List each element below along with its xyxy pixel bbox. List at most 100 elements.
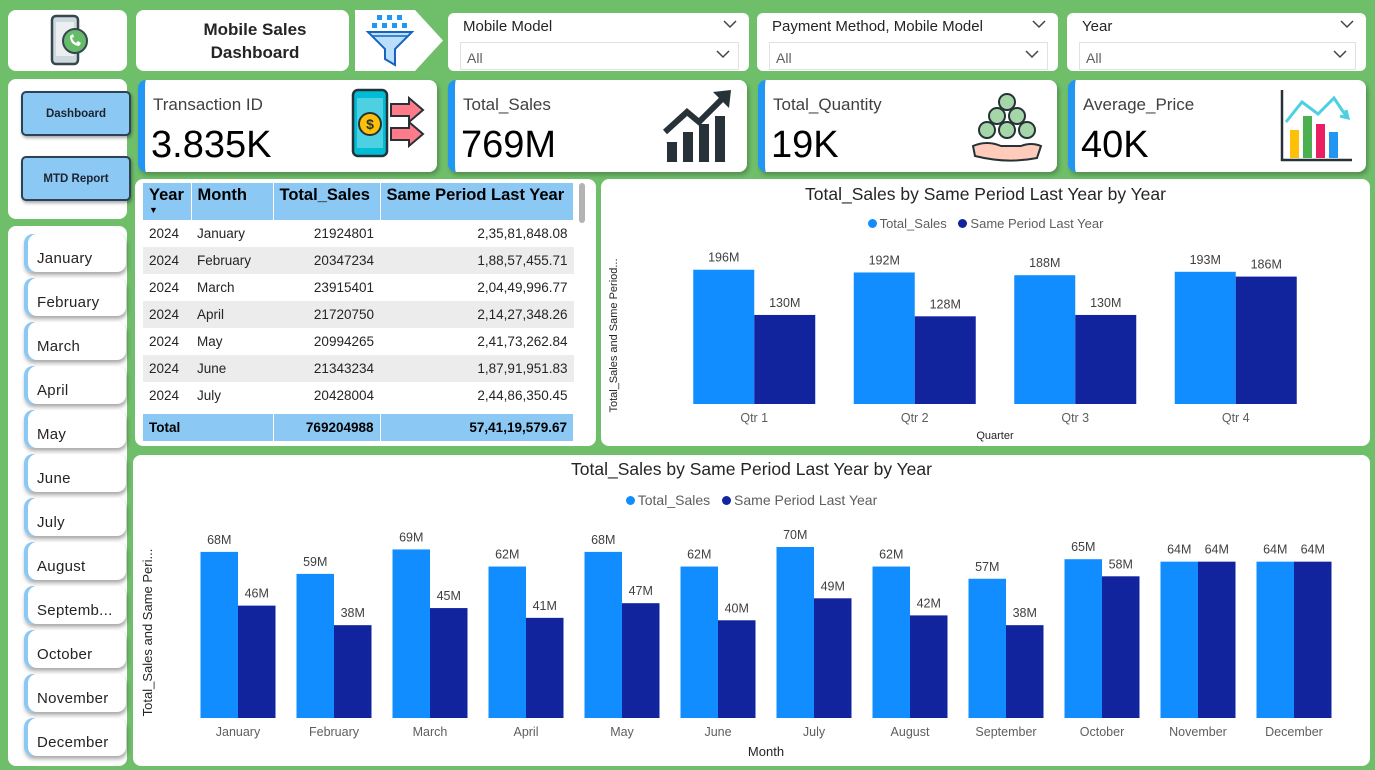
payment-method-slicer[interactable]: Payment Method, Mobile Model All: [757, 13, 1058, 71]
bar-same-period[interactable]: [1006, 625, 1044, 718]
filter-toggle-button[interactable]: [355, 10, 443, 71]
table-row: 2024 February 20347234 1,88,57,455.71: [143, 247, 574, 274]
bar-total-sales[interactable]: [1014, 275, 1076, 404]
mobile-model-slicer[interactable]: Mobile Model All: [448, 13, 749, 71]
bar-same-period[interactable]: [1198, 561, 1236, 718]
month-button[interactable]: April: [24, 366, 126, 404]
slicer-title: Mobile Model: [463, 18, 553, 35]
month-button[interactable]: November: [24, 674, 126, 712]
data-label: 58M: [1109, 557, 1133, 571]
column-header-total-sales[interactable]: Total_Sales: [273, 183, 381, 220]
bar-total-sales[interactable]: [693, 269, 755, 404]
payment-method-dropdown[interactable]: All: [769, 42, 1048, 70]
table-scrollbar[interactable]: [579, 183, 585, 223]
table-cell: 2024: [149, 280, 180, 295]
column-header-same-period[interactable]: Same Period Last Year: [380, 183, 574, 220]
column-header-year[interactable]: Year ▼: [143, 183, 192, 220]
data-label: 186M: [1251, 258, 1282, 272]
bar-same-period[interactable]: [238, 605, 276, 718]
table-cell: 20347234: [273, 247, 380, 274]
bar-same-period[interactable]: [910, 615, 948, 718]
data-label: 188M: [1029, 256, 1060, 270]
bar-same-period[interactable]: [814, 598, 852, 718]
sales-table-panel: Year ▼ Month Total_Sales Same Period Last…: [135, 179, 596, 446]
bar-same-period[interactable]: [622, 603, 660, 718]
data-label: 42M: [917, 596, 941, 610]
month-button[interactable]: December: [24, 718, 126, 756]
month-chart-panel: Total_Sales by Same Period Last Year by …: [133, 455, 1370, 766]
table-cell: 2024: [149, 334, 180, 349]
bar-total-sales[interactable]: [1174, 271, 1236, 404]
data-label: 38M: [1013, 606, 1037, 620]
year-slicer[interactable]: Year All: [1067, 13, 1366, 71]
table-row: 2024 July 20428004 2,44,86,350.45: [143, 382, 574, 409]
bar-total-sales[interactable]: [392, 549, 431, 718]
month-button[interactable]: July: [24, 498, 126, 536]
x-tick-label: November: [1169, 725, 1227, 739]
month-button[interactable]: January: [24, 234, 126, 272]
kpi-value: 40K: [1081, 124, 1149, 166]
navigation-panel: Dashboard MTD Report: [8, 79, 131, 219]
bar-total-sales[interactable]: [1160, 561, 1199, 718]
quarter-bar-chart: 196M 130M Qtr 1 192M 128M Qtr 2 188M 130M Qtr 3 1…: [608, 251, 1297, 442]
sales-table: Year ▼ Month Total_Sales Same Period Last…: [143, 183, 574, 409]
bar-total-sales[interactable]: [968, 578, 1007, 718]
bar-same-period[interactable]: [1075, 314, 1137, 404]
bar-total-sales[interactable]: [488, 566, 527, 718]
year-dropdown[interactable]: All: [1079, 42, 1356, 70]
data-label: 64M: [1167, 543, 1191, 557]
growth-chart-icon: [662, 90, 731, 162]
x-tick-label: October: [1080, 725, 1124, 739]
chevron-down-icon[interactable]: [1340, 19, 1354, 29]
bar-same-period[interactable]: [914, 316, 976, 404]
bar-same-period[interactable]: [1235, 276, 1297, 404]
mtd-report-button[interactable]: MTD Report: [21, 156, 131, 201]
dashboard-title-tile: Mobile Sales Dashboard: [136, 10, 349, 71]
bar-total-sales[interactable]: [1256, 561, 1295, 718]
bar-same-period[interactable]: [754, 314, 816, 404]
bar-same-period[interactable]: [430, 608, 468, 718]
month-button[interactable]: June: [24, 454, 126, 492]
kpi-label: Total_Sales: [463, 95, 551, 114]
bar-total-sales[interactable]: [872, 566, 911, 718]
data-label: 70M: [783, 528, 807, 542]
kpi-value: 769M: [461, 124, 557, 166]
bar-same-period[interactable]: [526, 617, 564, 718]
month-button[interactable]: March: [24, 322, 126, 360]
x-tick-label: September: [975, 725, 1036, 739]
mobile-model-dropdown[interactable]: All: [460, 42, 739, 70]
bar-total-sales[interactable]: [296, 573, 335, 718]
month-button[interactable]: May: [24, 410, 126, 448]
data-label: 38M: [341, 606, 365, 620]
month-button[interactable]: August: [24, 542, 126, 580]
month-button[interactable]: October: [24, 630, 126, 668]
data-label: 68M: [591, 533, 615, 547]
x-tick-label: May: [610, 725, 634, 739]
column-header-month[interactable]: Month: [191, 183, 274, 220]
kpi-value: 19K: [771, 124, 839, 166]
chevron-down-icon[interactable]: [1032, 19, 1046, 29]
bar-total-sales[interactable]: [680, 566, 719, 718]
bar-same-period[interactable]: [334, 625, 372, 718]
bar-total-sales[interactable]: [200, 551, 239, 718]
kpi-card-total-sales: Total_Sales 769M: [448, 80, 747, 172]
table-cell: 2024: [149, 226, 180, 241]
chevron-down-icon[interactable]: [723, 19, 737, 29]
y-axis-title: Total_Sales and Same Period...: [608, 258, 620, 412]
x-tick-label: Qtr 3: [1061, 411, 1089, 425]
x-tick-label: July: [803, 725, 826, 739]
bar-same-period[interactable]: [1294, 561, 1332, 718]
bar-same-period[interactable]: [718, 620, 756, 718]
slicer-title: Payment Method, Mobile Model: [772, 18, 983, 35]
x-tick-label: Qtr 4: [1222, 411, 1250, 425]
bar-same-period[interactable]: [1102, 576, 1140, 718]
dashboard-button[interactable]: Dashboard: [21, 91, 131, 136]
month-button[interactable]: February: [24, 278, 126, 316]
bar-total-sales[interactable]: [853, 272, 915, 404]
data-label: 193M: [1190, 253, 1221, 267]
bar-total-sales[interactable]: [1064, 559, 1103, 718]
bar-total-sales[interactable]: [776, 547, 815, 718]
table-cell: 2,44,86,350.45: [477, 388, 568, 403]
month-button[interactable]: Septemb...: [24, 586, 126, 624]
bar-total-sales[interactable]: [584, 551, 623, 718]
